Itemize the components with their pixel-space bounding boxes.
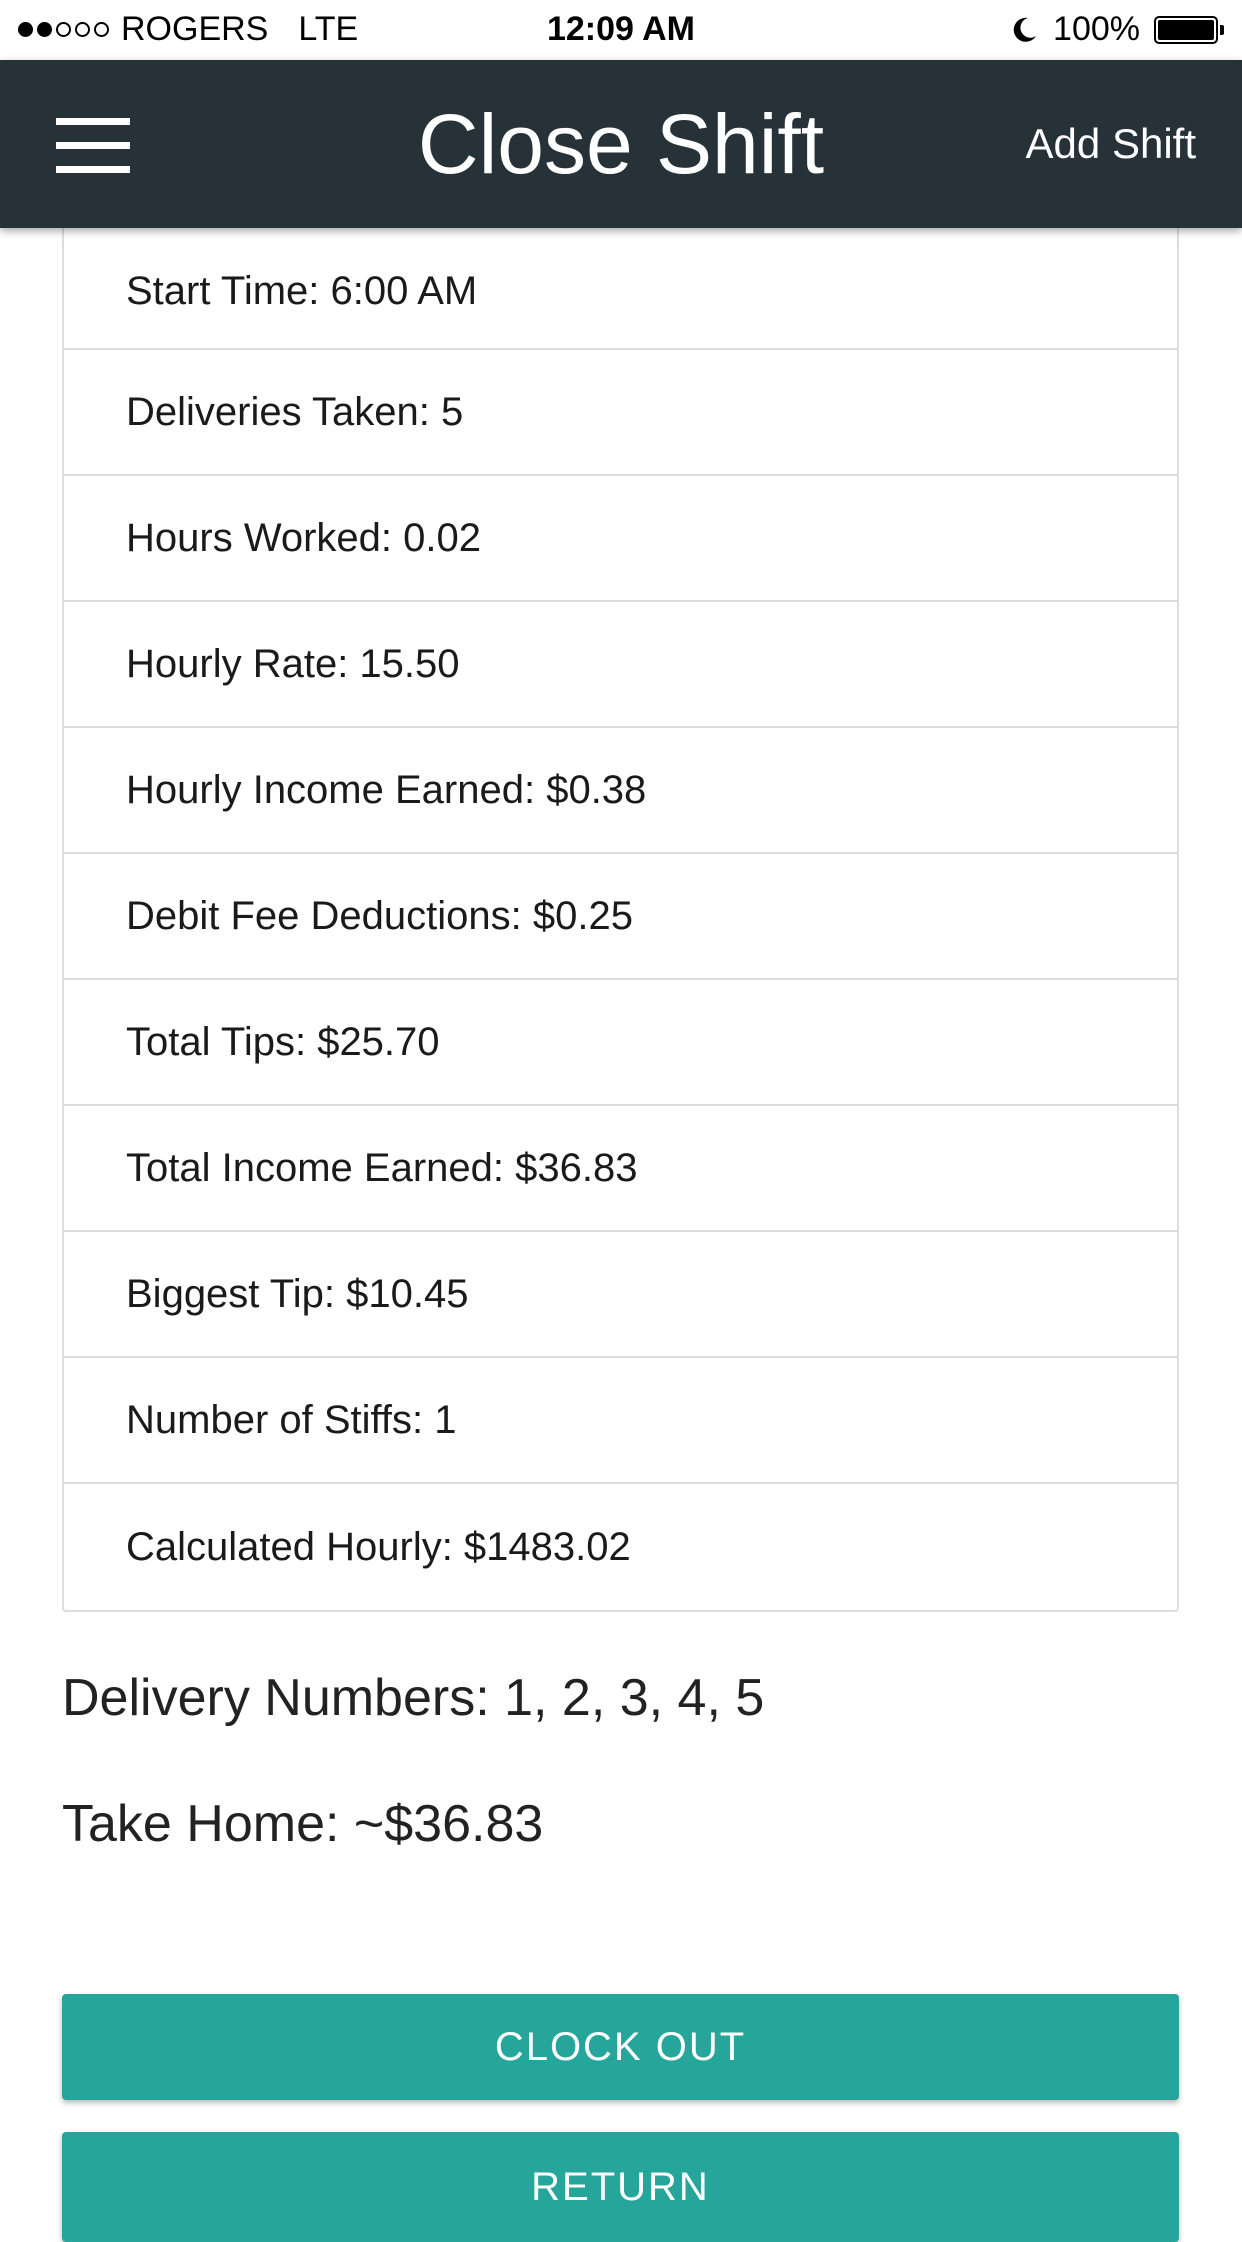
status-bar: ROGERS LTE 12:09 AM 100%: [0, 0, 1242, 60]
status-right: 100%: [1009, 10, 1224, 49]
list-item-start-time: Start Time: 6:00 AM: [64, 228, 1177, 350]
clock-out-button[interactable]: CLOCK OUT: [62, 1994, 1179, 2100]
return-button[interactable]: RETURN: [62, 2132, 1179, 2242]
battery-percentage: 100%: [1053, 10, 1140, 48]
list-item-hourly-income: Hourly Income Earned: $0.38: [64, 728, 1177, 854]
list-item-total-tips: Total Tips: $25.70: [64, 980, 1177, 1106]
list-item-hourly-rate: Hourly Rate: 15.50: [64, 602, 1177, 728]
delivery-numbers: Delivery Numbers: 1, 2, 3, 4, 5: [62, 1669, 765, 1727]
list-item-calculated-hourly: Calculated Hourly: $1483.02: [126, 1524, 631, 1569]
list-item-debit-fee: Debit Fee Deductions: $0.25: [64, 854, 1177, 980]
list-item-hours-worked: Hours Worked: 0.02: [64, 476, 1177, 602]
moon-icon: [1013, 17, 1037, 42]
list-item-stiffs: Number of Stiffs: 1: [64, 1358, 1177, 1484]
battery-icon: [1154, 15, 1224, 44]
list-item-biggest-tip: Biggest Tip: $10.45: [64, 1232, 1177, 1358]
take-home: Take Home: ~$36.83: [62, 1795, 544, 1853]
list-item-total-income: Total Income Earned: $36.83: [64, 1106, 1177, 1232]
list-item-deliveries-taken: Deliveries Taken: 5: [64, 350, 1177, 476]
add-shift-button[interactable]: Add Shift: [1026, 116, 1196, 172]
shift-summary-list: Start Time: 6:00 AM Deliveries Taken: 5 …: [62, 228, 1179, 1612]
app-header: Close Shift Add Shift: [0, 60, 1242, 228]
